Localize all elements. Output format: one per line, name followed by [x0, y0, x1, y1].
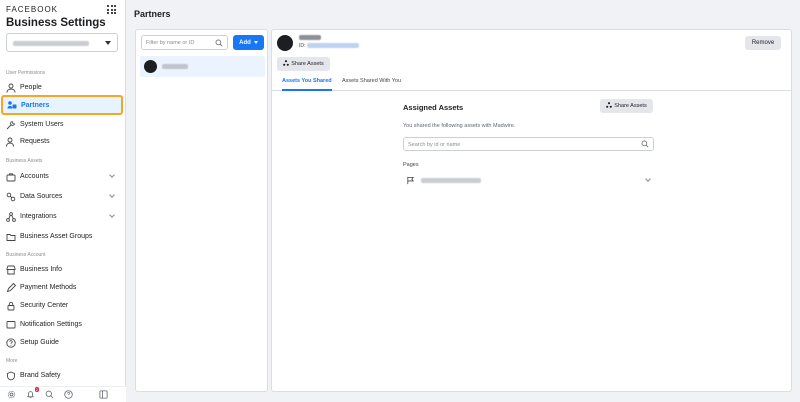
- folder-icon: [6, 232, 16, 242]
- tab-assets-shared-with-you[interactable]: Assets Shared With You: [342, 78, 401, 91]
- add-partner-button[interactable]: Add: [233, 35, 264, 50]
- chevron-down-icon: [109, 212, 115, 218]
- sidebar-item-label: Integrations: [20, 213, 57, 220]
- avatar: [277, 35, 293, 51]
- sidebar-item-partners[interactable]: Partners: [1, 95, 123, 115]
- sidebar-item-notification-settings[interactable]: Notification Settings: [2, 316, 122, 333]
- shield-icon: [6, 371, 16, 381]
- page-asset-row[interactable]: [403, 175, 654, 187]
- flag-icon: [406, 176, 415, 187]
- partners-icon: [7, 100, 17, 110]
- asset-search-input[interactable]: Search by id or name: [403, 137, 654, 151]
- facebook-logo: FACEBOOK: [6, 5, 59, 14]
- section-label-users: User Permissions: [6, 70, 46, 76]
- partner-list-panel: Filter by name or ID Add: [135, 29, 268, 392]
- search-icon: [215, 39, 223, 49]
- partner-name-redacted: [162, 64, 188, 69]
- sidebar-item-accounts[interactable]: Accounts: [2, 168, 122, 185]
- lock-icon: [6, 301, 16, 311]
- tab-assets-you-shared[interactable]: Assets You Shared: [282, 78, 332, 91]
- sidebar-item-label: Notification Settings: [20, 321, 82, 328]
- sidebar-item-people[interactable]: People: [2, 79, 122, 96]
- share-icon: [283, 60, 290, 68]
- apps-grid-icon[interactable]: [107, 5, 116, 14]
- sidebar-item-label: Payment Methods: [20, 284, 77, 291]
- sidebar-item-requests[interactable]: Requests: [2, 133, 122, 150]
- briefcase-icon: [6, 172, 16, 182]
- caret-down-icon: [253, 41, 258, 44]
- pages-label: Pages: [403, 162, 419, 168]
- person-plus-icon: [6, 137, 16, 147]
- assigned-assets-title: Assigned Assets: [403, 103, 464, 112]
- share-assets-button[interactable]: Share Assets: [600, 99, 653, 113]
- partner-id-redacted: [307, 43, 359, 48]
- sidebar-item-setup-guide[interactable]: Setup Guide: [2, 334, 122, 351]
- search-icon: [641, 140, 649, 150]
- sidebar-item-security-center[interactable]: Security Center: [2, 297, 122, 314]
- sidebar-item-integrations[interactable]: Integrations: [2, 208, 122, 225]
- partner-name-redacted: [299, 35, 321, 40]
- notification-icon: [6, 320, 16, 330]
- sidebar-item-label: People: [20, 84, 42, 91]
- sidebar-item-label: Partners: [21, 101, 50, 109]
- search-icon[interactable]: [45, 390, 54, 399]
- avatar: [144, 60, 157, 73]
- sidebar-item-label: Requests: [20, 138, 50, 145]
- chevron-down-icon[interactable]: [645, 176, 651, 182]
- chevron-down-icon: [109, 172, 115, 178]
- help-circle-icon: [6, 337, 16, 348]
- filter-input[interactable]: Filter by name or ID: [141, 35, 228, 50]
- sidebar-item-label: Setup Guide: [20, 339, 59, 346]
- add-button-label: Add: [239, 39, 251, 46]
- pencil-card-icon: [6, 282, 16, 293]
- caret-down-icon: [105, 41, 111, 45]
- gear-icon[interactable]: [7, 390, 16, 399]
- page-name-redacted: [421, 178, 481, 183]
- sidebar-item-label: Brand Safety: [20, 372, 61, 379]
- integrations-icon: [6, 211, 16, 222]
- storefront-icon: [6, 265, 16, 275]
- search-placeholder: Search by id or name: [408, 142, 461, 148]
- share-icon: [606, 102, 613, 110]
- sidebar-item-payment-methods[interactable]: Payment Methods: [2, 279, 122, 296]
- notification-badge: 2: [34, 387, 39, 392]
- partner-detail-panel: ID: Remove Share Assets Assets You Share…: [271, 29, 792, 392]
- share-assets-label: Share Assets: [291, 61, 324, 67]
- sidebar-footer: 2: [0, 386, 126, 402]
- help-icon[interactable]: [64, 390, 73, 399]
- person-icon: [6, 83, 16, 93]
- sidebar-item-asset-groups[interactable]: Business Asset Groups: [2, 228, 122, 245]
- tab-bar: Assets You Shared Assets Shared With You: [272, 75, 791, 91]
- sidebar-item-data-sources[interactable]: Data Sources: [2, 188, 122, 205]
- assigned-assets-description: You shared the following assets with Mad…: [403, 123, 516, 129]
- bell-icon[interactable]: 2: [26, 387, 39, 399]
- filter-placeholder: Filter by name or ID: [146, 40, 195, 46]
- section-label-more: More: [6, 358, 18, 364]
- data-sources-icon: [6, 192, 16, 202]
- sidebar-item-brand-safety[interactable]: Brand Safety: [2, 367, 122, 384]
- partner-list-item[interactable]: [140, 56, 265, 77]
- sidebar-item-label: Business Asset Groups: [20, 233, 93, 240]
- remove-button[interactable]: Remove: [745, 36, 781, 50]
- sidebar-item-label: Security Center: [20, 302, 69, 309]
- chevron-down-icon: [109, 192, 115, 198]
- sidebar-item-label: System Users: [20, 121, 64, 128]
- sidebar-item-label: Accounts: [20, 173, 49, 180]
- sidebar-item-label: Data Sources: [20, 193, 63, 200]
- share-assets-label: Share Assets: [614, 103, 647, 109]
- business-account-select[interactable]: [6, 33, 118, 52]
- account-name-redacted: [13, 41, 89, 46]
- section-label-assets: Business Assets: [6, 158, 43, 164]
- sidebar-item-system-users[interactable]: System Users: [2, 116, 122, 133]
- sidebar-item-label: Business Info: [20, 266, 63, 273]
- panel-toggle-icon[interactable]: [99, 390, 108, 399]
- sidebar: FACEBOOK Business Settings User Permissi…: [0, 0, 126, 402]
- section-title: Partners: [134, 9, 171, 19]
- section-label-account: Business Account: [6, 252, 46, 258]
- wrench-icon: [6, 120, 16, 130]
- page-title: Business Settings: [6, 17, 106, 29]
- id-label: ID:: [299, 43, 306, 49]
- sidebar-item-business-info[interactable]: Business Info: [2, 261, 122, 278]
- share-assets-button[interactable]: Share Assets: [277, 57, 330, 71]
